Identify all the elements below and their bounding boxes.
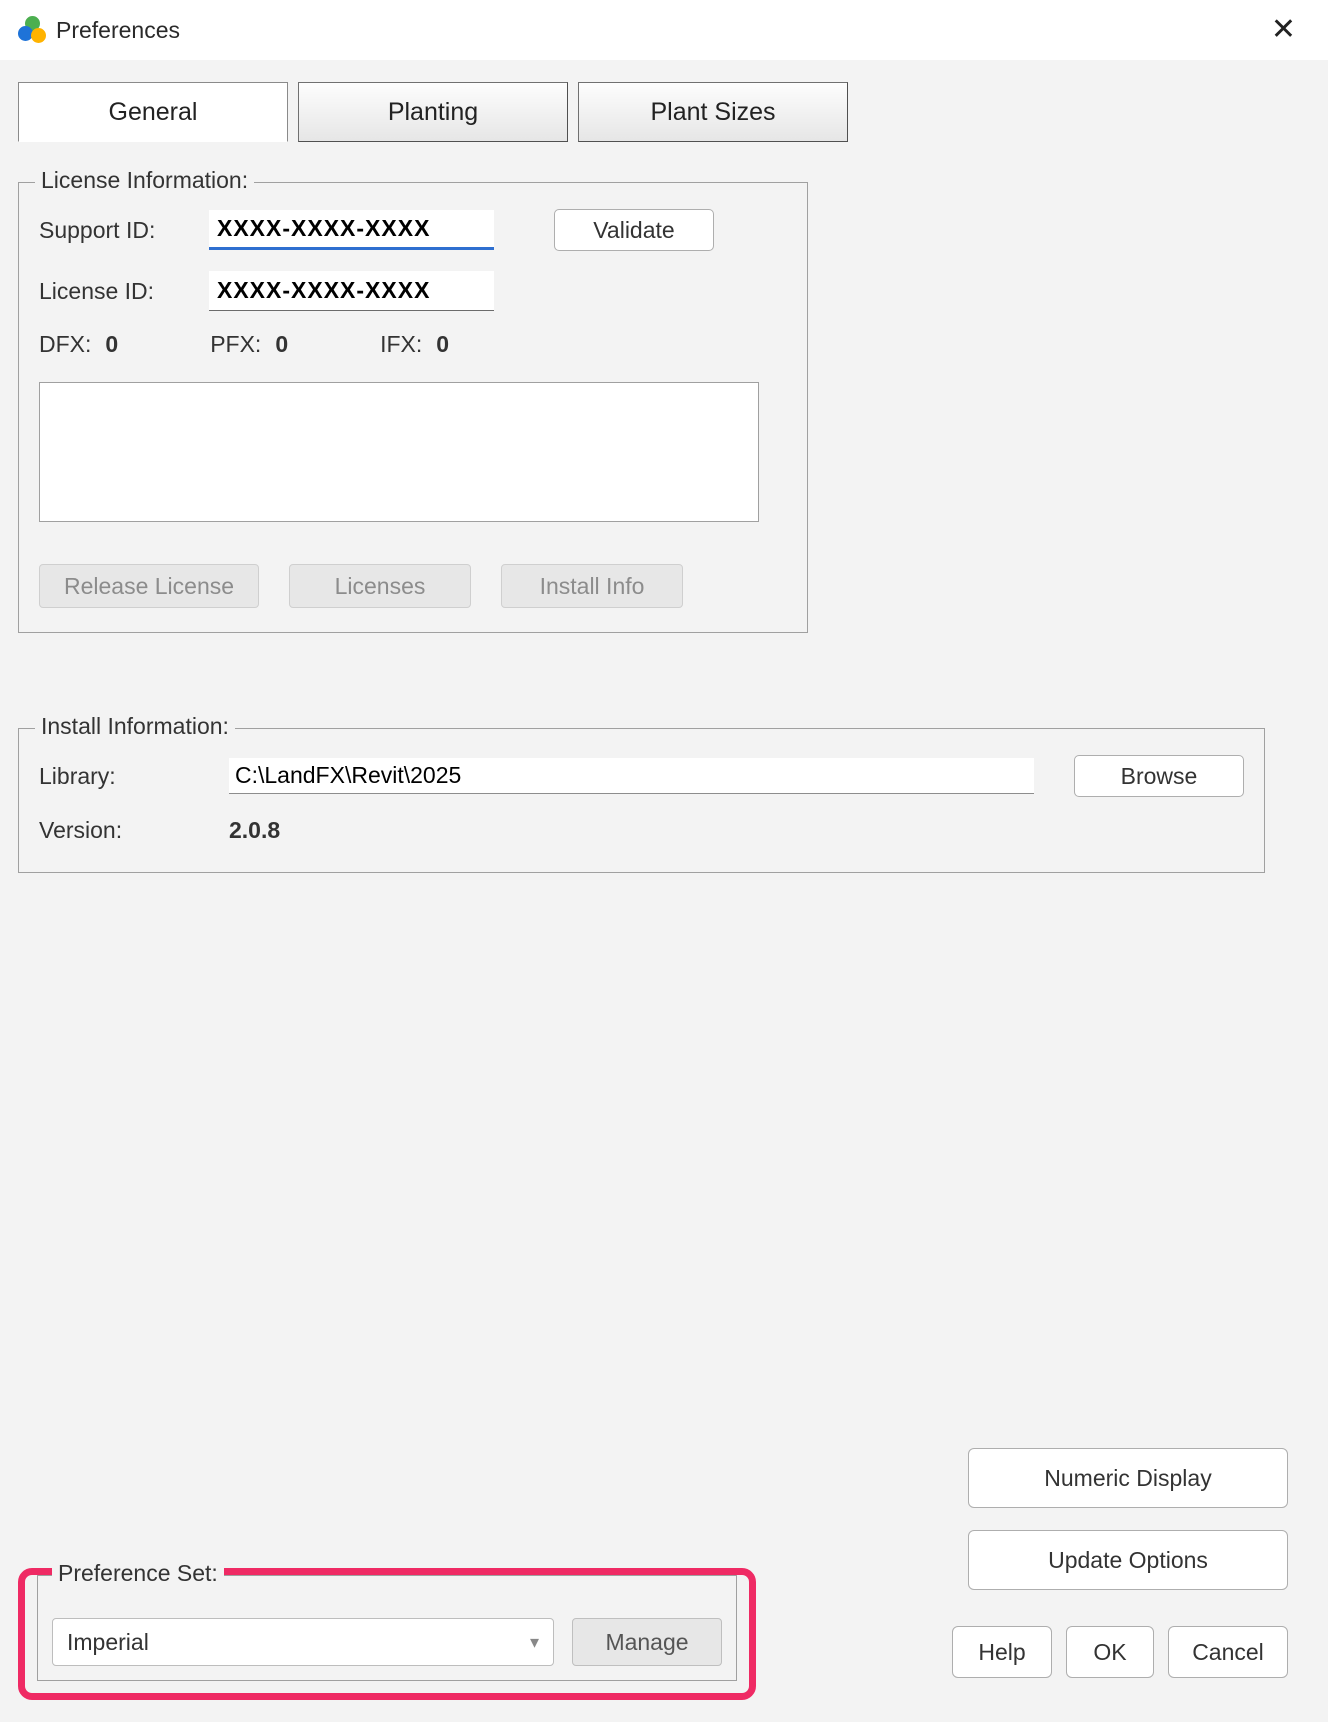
install-information-group: Install Information: Library: Browse Ver… [18, 728, 1265, 873]
preference-set-selected: Imperial [67, 1629, 149, 1656]
support-id-label: Support ID: [39, 217, 209, 244]
browse-button[interactable]: Browse [1074, 755, 1244, 797]
titlebar: Preferences ✕ [0, 0, 1328, 60]
update-options-button[interactable]: Update Options [968, 1530, 1288, 1590]
validate-button[interactable]: Validate [554, 209, 714, 251]
dialog-body: General Planting Plant Sizes License Inf… [0, 60, 1328, 1722]
licenses-button[interactable]: Licenses [289, 564, 471, 608]
library-label: Library: [39, 763, 229, 790]
numeric-display-button[interactable]: Numeric Display [968, 1448, 1288, 1508]
manage-button[interactable]: Manage [572, 1618, 722, 1666]
license-information-legend: License Information: [35, 167, 254, 194]
version-label: Version: [39, 817, 229, 844]
support-id-input[interactable] [209, 210, 494, 250]
license-message-box [39, 382, 759, 522]
chevron-down-icon: ▾ [530, 1632, 539, 1653]
tab-general[interactable]: General [18, 82, 288, 142]
tabstrip: General Planting Plant Sizes [18, 82, 1308, 142]
release-license-button[interactable]: Release License [39, 564, 259, 608]
license-counts: DFX: 0 PFX: 0 IFX: 0 [39, 331, 787, 358]
ifx-label: IFX: [380, 331, 422, 357]
dialog-footer-buttons: Help OK Cancel [952, 1626, 1288, 1678]
preference-set-legend: Preference Set: [52, 1560, 224, 1587]
dfx-value: 0 [105, 331, 118, 357]
tab-planting[interactable]: Planting [298, 82, 568, 142]
ok-button[interactable]: OK [1066, 1626, 1154, 1678]
dfx-label: DFX: [39, 331, 91, 357]
license-information-group: License Information: Support ID: Validat… [18, 182, 808, 633]
pfx-label: PFX: [210, 331, 261, 357]
install-info-button[interactable]: Install Info [501, 564, 683, 608]
version-value: 2.0.8 [229, 817, 280, 844]
ifx-value: 0 [436, 331, 449, 357]
close-icon[interactable]: ✕ [1257, 9, 1310, 51]
side-buttons: Numeric Display Update Options [968, 1448, 1288, 1590]
pfx-value: 0 [275, 331, 288, 357]
install-information-legend: Install Information: [35, 713, 235, 740]
preference-set-group: Preference Set: Imperial ▾ Manage [37, 1575, 737, 1681]
cancel-button[interactable]: Cancel [1168, 1626, 1288, 1678]
license-id-input[interactable] [209, 271, 494, 311]
tab-plant-sizes[interactable]: Plant Sizes [578, 82, 848, 142]
window-title: Preferences [56, 17, 180, 44]
preference-set-combobox[interactable]: Imperial ▾ [52, 1618, 554, 1666]
app-icon [18, 16, 46, 44]
license-id-label: License ID: [39, 278, 209, 305]
preference-set-highlight: Preference Set: Imperial ▾ Manage [18, 1568, 756, 1700]
library-path-input[interactable] [229, 758, 1034, 794]
help-button[interactable]: Help [952, 1626, 1052, 1678]
